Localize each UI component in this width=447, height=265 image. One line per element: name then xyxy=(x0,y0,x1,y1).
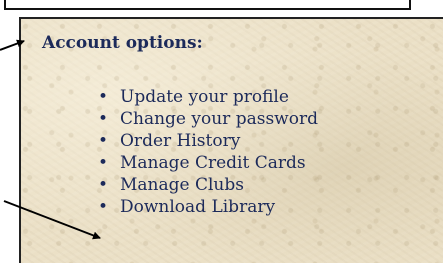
list-item-order-history[interactable]: • Order History xyxy=(98,130,318,152)
order-history-link[interactable]: Order History xyxy=(120,131,240,151)
list-item-update-profile[interactable]: • Update your profile xyxy=(98,86,318,108)
bullet-icon: • xyxy=(98,175,109,195)
manage-credit-cards-link[interactable]: Manage Credit Cards xyxy=(120,153,306,173)
bullet-icon: • xyxy=(98,87,109,107)
bullet-icon: • xyxy=(98,153,109,173)
list-item-manage-credit-cards[interactable]: • Manage Credit Cards xyxy=(98,152,318,174)
list-item-change-password[interactable]: • Change your password xyxy=(98,108,318,130)
bullet-icon: • xyxy=(98,197,109,217)
screenshot: Account options: • Update your profile •… xyxy=(0,0,447,265)
bullet-icon: • xyxy=(98,109,109,129)
list-item-manage-clubs[interactable]: • Manage Clubs xyxy=(98,174,318,196)
account-options-heading: Account options: xyxy=(42,33,203,53)
update-profile-link[interactable]: Update your profile xyxy=(120,87,289,107)
list-item-download-library[interactable]: • Download Library xyxy=(98,196,318,218)
bullet-icon: • xyxy=(98,131,109,151)
top-frame-box xyxy=(4,0,411,10)
manage-clubs-link[interactable]: Manage Clubs xyxy=(120,175,244,195)
download-library-link[interactable]: Download Library xyxy=(120,197,275,217)
change-password-link[interactable]: Change your password xyxy=(120,109,318,129)
account-options-list: • Update your profile • Change your pass… xyxy=(98,86,318,218)
